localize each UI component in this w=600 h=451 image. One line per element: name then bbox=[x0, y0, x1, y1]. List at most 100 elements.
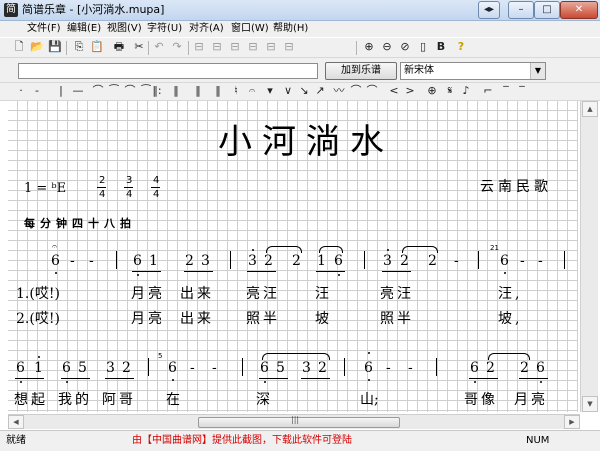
scroll-down-icon[interactable]: ▼ bbox=[582, 396, 598, 412]
scrollbar-thumb[interactable]: ||| bbox=[198, 415, 400, 428]
scroll-right-icon[interactable]: ▶ bbox=[564, 415, 580, 429]
vertical-scrollbar[interactable]: ▲ ▼ bbox=[580, 101, 598, 412]
page-icon[interactable]: ▯ bbox=[416, 39, 430, 55]
natural-symbol[interactable]: ♮ bbox=[230, 83, 242, 99]
note[interactable]: 2 bbox=[292, 253, 301, 269]
marcato-symbol[interactable]: ∨ bbox=[282, 83, 294, 99]
note-dash[interactable]: - bbox=[538, 253, 543, 269]
dot-symbol[interactable]: · bbox=[16, 83, 26, 99]
note[interactable]: 3 bbox=[248, 253, 257, 269]
menu-file[interactable]: 文件(F) bbox=[24, 21, 64, 37]
note-dash[interactable]: - bbox=[89, 253, 94, 269]
undo-icon[interactable]: ↶ bbox=[152, 39, 166, 55]
font-select[interactable]: 新宋体 ▼ bbox=[400, 62, 546, 80]
underline-symbol[interactable]: — bbox=[72, 83, 84, 99]
double-bar-symbol[interactable]: ‖ bbox=[170, 83, 182, 99]
note[interactable]: 6 bbox=[168, 360, 177, 376]
note-symbol[interactable]: ♪ bbox=[460, 83, 472, 99]
fermata-symbol[interactable]: 𝄐 bbox=[246, 83, 258, 99]
zoom-fit-icon[interactable]: ⊘ bbox=[398, 39, 412, 55]
note[interactable]: 2 bbox=[400, 253, 409, 269]
add-to-score-button[interactable]: 加到乐谱 bbox=[325, 62, 397, 80]
crescendo-symbol[interactable]: < bbox=[388, 83, 400, 99]
note[interactable]: 6 bbox=[16, 360, 25, 376]
note[interactable]: 2 bbox=[185, 253, 194, 269]
score-canvas[interactable]: 小河淌水 1 = ᵇE 2 4 3 4 4 4 云南民歌 每分钟四十八拍 6 -… bbox=[8, 101, 578, 412]
align-right-icon[interactable]: ⊟ bbox=[228, 39, 242, 55]
dash-symbol[interactable]: - bbox=[32, 83, 42, 99]
note[interactable]: 3 bbox=[383, 253, 392, 269]
open-icon[interactable]: 📂 bbox=[30, 39, 44, 55]
double-bar-symbol[interactable]: ‖ bbox=[192, 83, 204, 99]
note[interactable]: 2 bbox=[520, 360, 529, 376]
align-bottom-icon[interactable]: ⊟ bbox=[264, 39, 278, 55]
menu-align[interactable]: 对齐(A) bbox=[186, 21, 227, 37]
print-icon[interactable]: 🖶 bbox=[112, 39, 126, 55]
note-dash[interactable]: - bbox=[386, 360, 391, 376]
new-icon[interactable]: 🗋 bbox=[12, 39, 26, 55]
volta-line-symbol[interactable]: ‾ bbox=[516, 83, 528, 99]
barline-symbol[interactable]: | bbox=[56, 83, 66, 99]
tie-symbol[interactable]: ⁀ bbox=[108, 83, 120, 99]
volta-symbol[interactable]: ⌐ bbox=[482, 83, 494, 99]
note[interactable]: 5 bbox=[78, 360, 87, 376]
zoom-out-icon[interactable]: ⊖ bbox=[380, 39, 394, 55]
glide-up-symbol[interactable]: ↗ bbox=[314, 83, 326, 99]
note[interactable]: 2 bbox=[318, 360, 327, 376]
note-dash[interactable]: - bbox=[454, 253, 459, 269]
decrescendo-symbol[interactable]: > bbox=[404, 83, 416, 99]
menu-window[interactable]: 窗口(W) bbox=[228, 21, 272, 37]
note[interactable]: 2 bbox=[264, 253, 273, 269]
help-icon[interactable]: ? bbox=[454, 39, 468, 55]
menu-char[interactable]: 字符(U) bbox=[144, 21, 185, 37]
toggle-icon[interactable]: ◂▸ bbox=[478, 1, 500, 19]
chevron-down-icon[interactable]: ▼ bbox=[530, 63, 545, 79]
note[interactable]: 6 bbox=[364, 360, 373, 376]
distribute-icon[interactable]: ⊟ bbox=[282, 39, 296, 55]
save-icon[interactable]: 💾 bbox=[48, 39, 62, 55]
note[interactable]: 6 bbox=[500, 253, 509, 269]
note[interactable]: 1 bbox=[34, 360, 43, 376]
slur-symbol[interactable]: ⌒ bbox=[366, 83, 378, 99]
note[interactable]: 2 bbox=[428, 253, 437, 269]
note[interactable]: 2 bbox=[122, 360, 131, 376]
menu-help[interactable]: 帮助(H) bbox=[270, 21, 311, 37]
maximize-button[interactable]: □ bbox=[534, 1, 560, 19]
slur-symbol[interactable]: ⌒ bbox=[124, 83, 136, 99]
scroll-up-icon[interactable]: ▲ bbox=[582, 101, 598, 117]
close-button[interactable]: ✕ bbox=[560, 1, 598, 19]
text-input[interactable] bbox=[18, 63, 318, 79]
align-center-icon[interactable]: ⊟ bbox=[210, 39, 224, 55]
trill-symbol[interactable]: 〰 bbox=[332, 83, 346, 99]
horizontal-scrollbar[interactable]: ◀ ||| ▶ bbox=[8, 414, 580, 429]
note[interactable]: 3 bbox=[201, 253, 210, 269]
scroll-left-icon[interactable]: ◀ bbox=[8, 415, 24, 429]
coda-symbol[interactable]: ⊕ bbox=[426, 83, 438, 99]
minimize-button[interactable]: – bbox=[508, 1, 534, 19]
volta-line-symbol[interactable]: ‾ bbox=[500, 83, 512, 99]
segno-symbol[interactable]: 𝄋 bbox=[444, 83, 456, 99]
note[interactable]: 3 bbox=[106, 360, 115, 376]
accent-symbol[interactable]: ▾ bbox=[264, 83, 276, 99]
note[interactable]: 1 bbox=[149, 253, 158, 269]
end-bar-symbol[interactable]: ‖ bbox=[212, 83, 224, 99]
paste-icon[interactable]: 📋 bbox=[90, 39, 104, 55]
note[interactable]: 6 bbox=[51, 253, 60, 269]
slur-symbol[interactable]: ⌒ bbox=[350, 83, 362, 99]
note-dash[interactable]: - bbox=[190, 360, 195, 376]
copy-icon[interactable]: ⎘ bbox=[72, 39, 86, 55]
note-dash[interactable]: - bbox=[408, 360, 413, 376]
note[interactable]: 1 bbox=[317, 253, 326, 269]
align-top-icon[interactable]: ⊟ bbox=[246, 39, 260, 55]
note[interactable]: 6 bbox=[334, 253, 343, 269]
note[interactable]: 6 bbox=[62, 360, 71, 376]
repeat-start-symbol[interactable]: ‖: bbox=[150, 83, 164, 99]
note[interactable]: 2 bbox=[486, 360, 495, 376]
note[interactable]: 6 bbox=[536, 360, 545, 376]
note[interactable]: 6 bbox=[260, 360, 269, 376]
menu-edit[interactable]: 编辑(E) bbox=[64, 21, 104, 37]
note[interactable]: 6 bbox=[133, 253, 142, 269]
cut-icon[interactable]: ✂ bbox=[132, 39, 146, 55]
redo-icon[interactable]: ↷ bbox=[170, 39, 184, 55]
align-left-icon[interactable]: ⊟ bbox=[192, 39, 206, 55]
